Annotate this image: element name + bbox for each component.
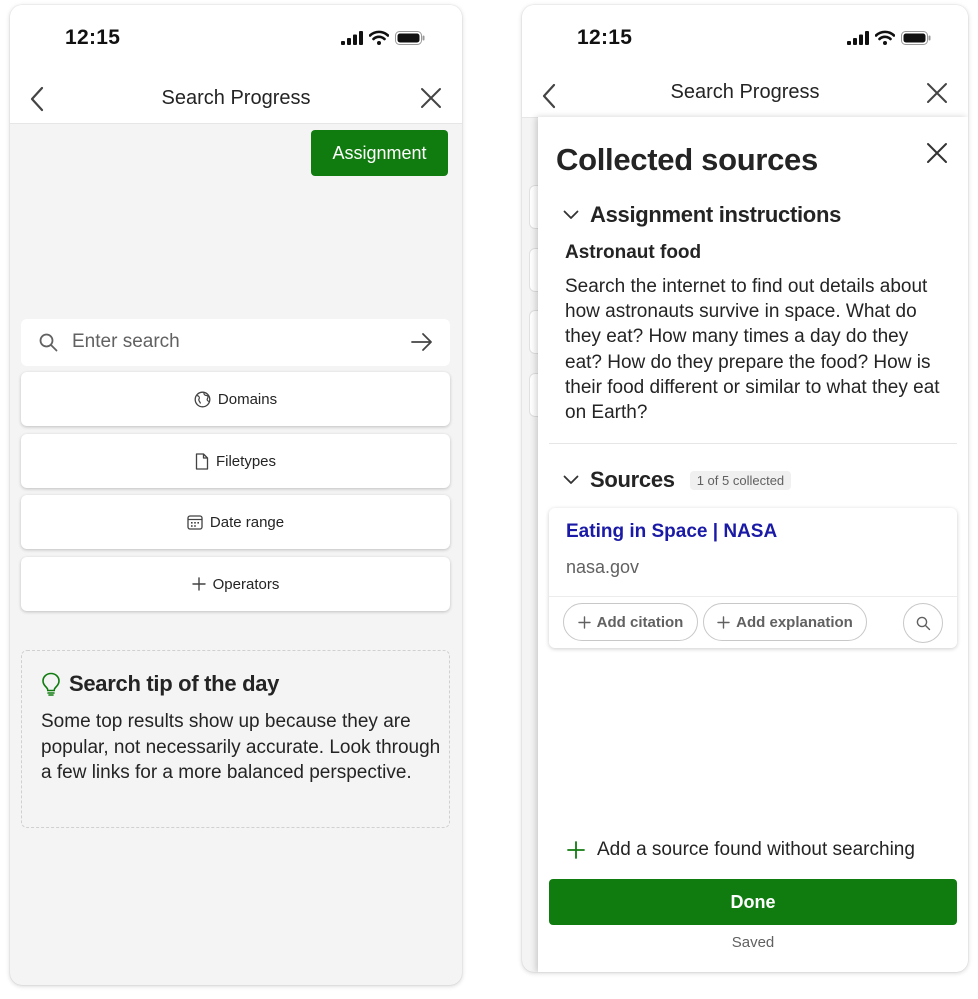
close-icon[interactable] [420, 87, 442, 109]
plus-icon [567, 841, 585, 859]
cellular-signal-icon [341, 30, 363, 45]
search-input[interactable]: Enter search [21, 319, 450, 366]
calendar-icon [187, 514, 203, 530]
sources-count-badge: 1 of 5 collected [689, 470, 792, 490]
status-time: 12:15 [577, 26, 633, 49]
status-bar: 12:15 [10, 5, 462, 67]
search-icon [39, 333, 58, 352]
battery-icon [901, 30, 931, 45]
add-citation-label: Add citation [596, 613, 684, 631]
plus-icon [577, 615, 591, 629]
domains-button[interactable]: Domains [21, 372, 450, 426]
cellular-signal-icon [847, 30, 869, 45]
status-icons [341, 30, 425, 45]
sources-toggle[interactable]: Sources 1 of 5 collected [563, 467, 792, 493]
left-phone-screen: 12:15 Search Progress Assignment Enter s… [10, 5, 462, 985]
assignment-topic: Astronaut food [565, 242, 702, 263]
assignment-text: Search the internet to find out details … [565, 276, 940, 424]
search-source-button[interactable] [903, 603, 943, 643]
add-source-label: Add a source found without searching [597, 839, 915, 860]
assignment-instructions-toggle[interactable]: Assignment instructions [563, 202, 841, 228]
domains-label: Domains [217, 390, 278, 408]
panel-title: Collected sources [556, 142, 818, 177]
add-source-manually-button[interactable]: Add a source found without searching [567, 839, 915, 861]
source-title-link[interactable]: Eating in Space | NASA [566, 521, 777, 543]
globe-icon [194, 391, 211, 407]
status-time: 12:15 [65, 26, 121, 49]
source-domain: nasa.gov [566, 557, 640, 577]
add-explanation-button[interactable]: Add explanation [703, 603, 867, 641]
wifi-icon [875, 30, 895, 45]
assignment-button[interactable]: Assignment [311, 130, 448, 176]
close-icon[interactable] [926, 82, 948, 104]
date-range-button[interactable]: Date range [21, 495, 450, 549]
done-button[interactable]: Done [549, 879, 957, 925]
section-heading: Assignment instructions [590, 202, 842, 227]
collected-sources-panel: Collected sources Assignment instruction… [538, 117, 968, 972]
chevron-down-icon [563, 475, 579, 484]
status-icons [847, 30, 931, 45]
plus-icon [191, 577, 206, 591]
add-explanation-label: Add explanation [736, 613, 853, 631]
document-icon [195, 452, 209, 470]
source-card: Eating in Space | NASA nasa.gov Add cita… [549, 508, 957, 648]
operators-label: Operators [212, 575, 280, 593]
status-bar: 12:15 [522, 5, 968, 67]
page-title: Search Progress [161, 87, 311, 109]
filetypes-button[interactable]: Filetypes [21, 434, 450, 488]
right-phone-screen: 12:15 Search Progress Collected sources … [522, 5, 968, 972]
close-icon[interactable] [926, 142, 948, 164]
divider [549, 443, 957, 444]
page-title: Search Progress [670, 81, 820, 103]
arrow-right-icon[interactable] [410, 332, 434, 352]
divider [549, 596, 957, 597]
add-citation-button[interactable]: Add citation [563, 603, 698, 641]
search-tip-card: Search tip of the day Some top results s… [21, 650, 450, 828]
plus-icon [717, 615, 730, 629]
battery-icon [395, 30, 425, 45]
section-heading: Sources [590, 467, 675, 492]
lightbulb-icon [42, 672, 60, 696]
saved-status: Saved [731, 934, 775, 951]
filetypes-label: Filetypes [215, 452, 277, 470]
nav-bar: Search Progress [522, 67, 968, 118]
wifi-icon [369, 30, 389, 45]
chevron-down-icon [563, 210, 579, 219]
tip-body: Some top results show up because they ar… [41, 711, 441, 783]
search-placeholder: Enter search [72, 331, 180, 352]
operators-button[interactable]: Operators [21, 557, 450, 611]
nav-bar: Search Progress [10, 67, 462, 124]
tip-title: Search tip of the day [69, 671, 280, 696]
date-range-label: Date range [209, 513, 285, 531]
search-icon [916, 616, 930, 630]
